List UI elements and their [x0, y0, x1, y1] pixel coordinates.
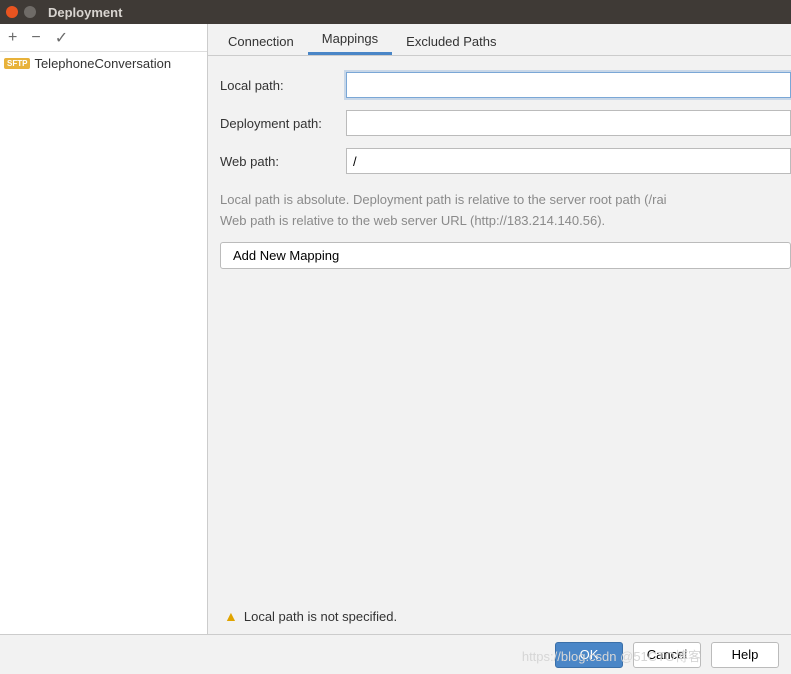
titlebar: Deployment	[0, 0, 791, 24]
bottom-bar: https://blog.csdn @51CTO博客 OK Cancel Hel…	[0, 634, 791, 674]
tabs: Connection Mappings Excluded Paths	[208, 24, 791, 56]
deployment-path-label: Deployment path:	[220, 116, 346, 131]
apply-icon[interactable]: ✓	[55, 28, 68, 48]
local-path-row: Local path:	[220, 72, 791, 98]
remove-icon[interactable]: −	[31, 29, 40, 47]
sidebar-item-label: TelephoneConversation	[34, 56, 171, 71]
help-line-1: Local path is absolute. Deployment path …	[220, 190, 791, 211]
tab-excluded-paths[interactable]: Excluded Paths	[392, 28, 510, 55]
warning-icon: ▲	[224, 608, 238, 624]
help-button[interactable]: Help	[711, 642, 779, 668]
local-path-input[interactable]	[346, 72, 791, 98]
deployment-path-row: Deployment path:	[220, 110, 791, 136]
help-text: Local path is absolute. Deployment path …	[220, 190, 791, 232]
sidebar-list: SFTP TelephoneConversation	[0, 52, 207, 634]
add-icon[interactable]: +	[8, 29, 17, 47]
tab-connection[interactable]: Connection	[214, 28, 308, 55]
sidebar-toolbar: + − ✓	[0, 24, 207, 52]
web-path-input[interactable]	[346, 148, 791, 174]
warning-text: Local path is not specified.	[244, 609, 397, 624]
warning-row: ▲ Local path is not specified.	[220, 600, 791, 634]
main-panel: Connection Mappings Excluded Paths Local…	[208, 24, 791, 634]
sftp-badge-icon: SFTP	[4, 58, 30, 69]
web-path-label: Web path:	[220, 154, 346, 169]
add-new-mapping-button[interactable]: Add New Mapping	[220, 242, 791, 269]
help-line-2: Web path is relative to the web server U…	[220, 211, 791, 232]
tab-mappings[interactable]: Mappings	[308, 25, 392, 55]
ok-button[interactable]: OK	[555, 642, 623, 668]
close-icon[interactable]	[6, 6, 18, 18]
content: + − ✓ SFTP TelephoneConversation Connect…	[0, 24, 791, 634]
cancel-button[interactable]: Cancel	[633, 642, 701, 668]
sidebar-item-server[interactable]: SFTP TelephoneConversation	[0, 52, 207, 75]
sidebar: + − ✓ SFTP TelephoneConversation	[0, 24, 208, 634]
local-path-label: Local path:	[220, 78, 346, 93]
mappings-panel: Local path: Deployment path: Web path: L…	[208, 56, 791, 634]
minimize-icon[interactable]	[24, 6, 36, 18]
deployment-path-input[interactable]	[346, 110, 791, 136]
web-path-row: Web path:	[220, 148, 791, 174]
window-title: Deployment	[48, 5, 122, 20]
